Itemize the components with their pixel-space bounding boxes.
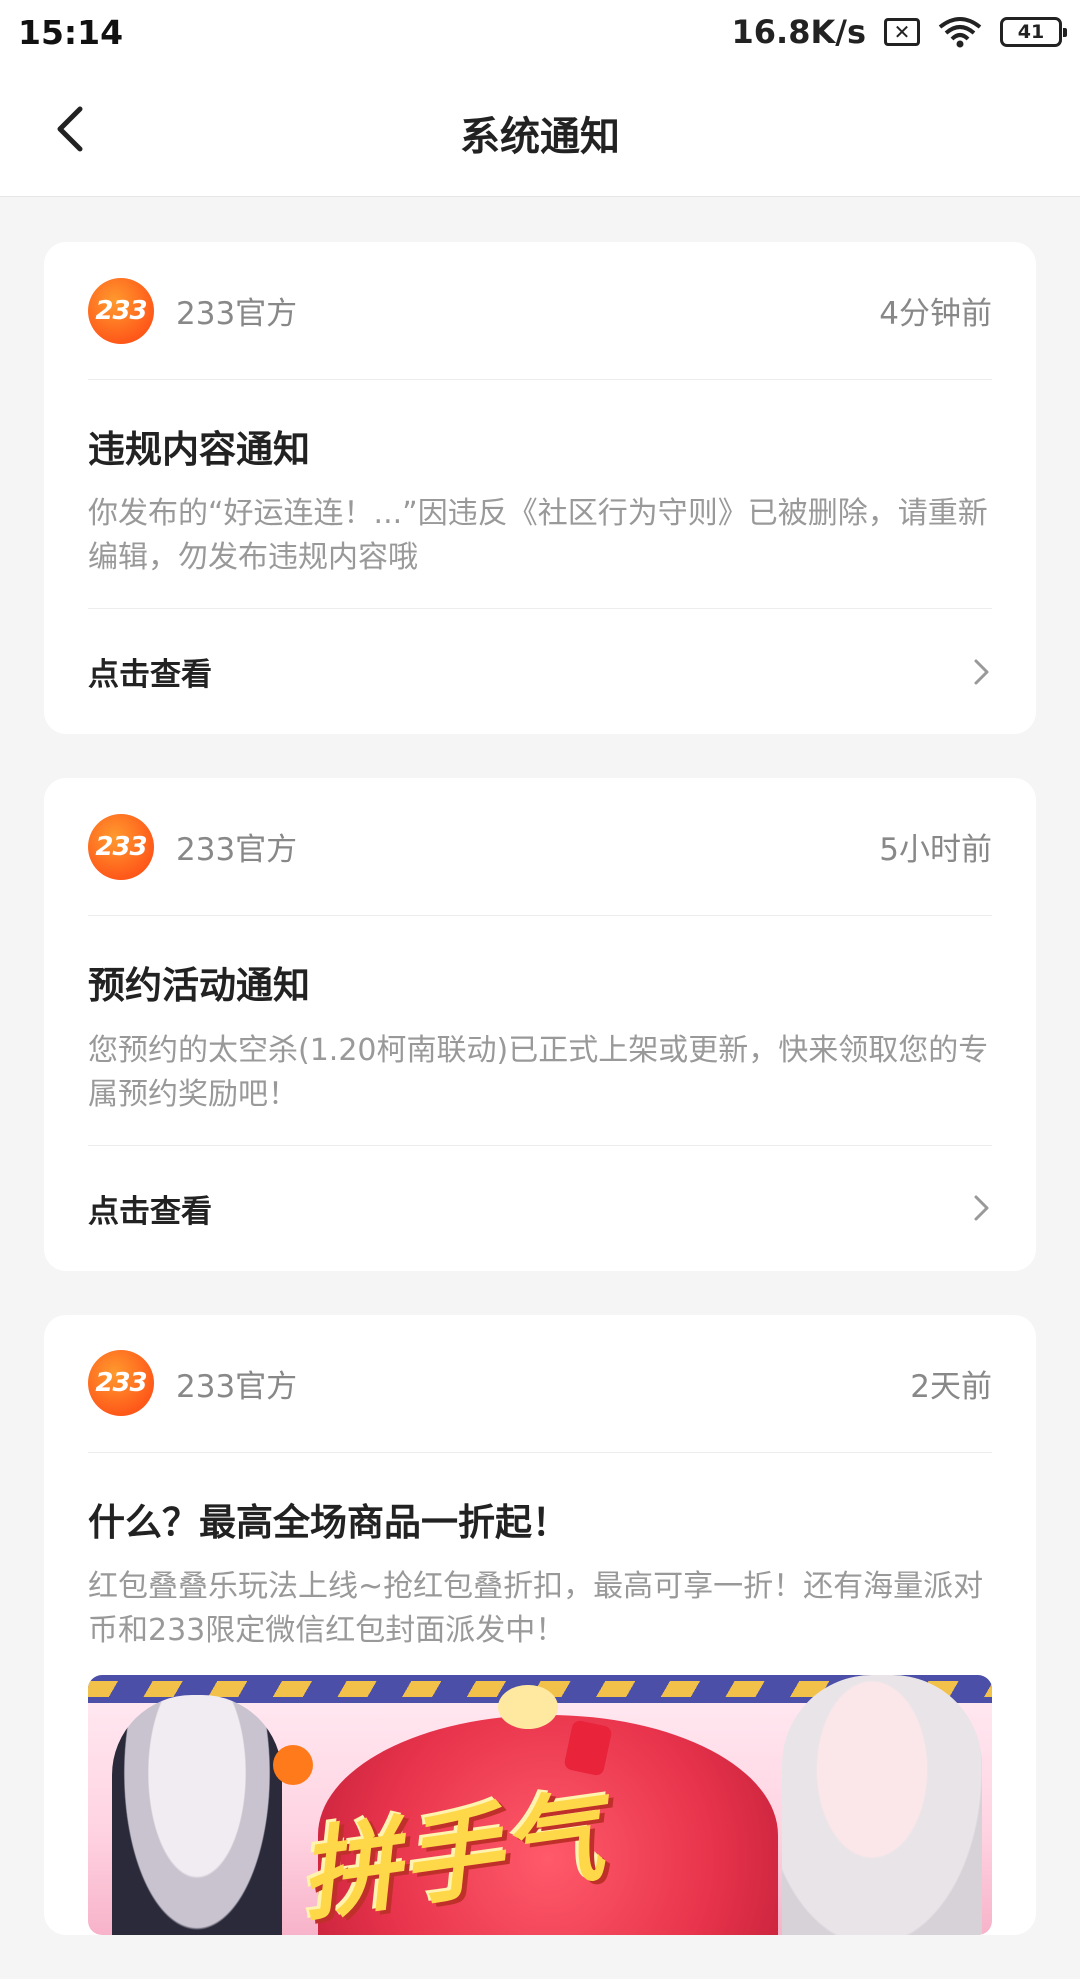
notification-card[interactable]: 233 233官方 2天前 什么？最高全场商品一折起！ 红包叠叠乐玩法上线~抢红… [44,1314,1036,1936]
status-icons: 16.8K/s ✕ 41 [731,13,1067,51]
notification-title: 预约活动通知 [88,964,310,1008]
sender: 233 233官方 [88,813,298,880]
wifi-icon [938,17,982,48]
coin-icon [498,1685,558,1730]
notification-title: 什么？最高全场商品一折起！ [88,1500,569,1544]
notification-card: 233 233官方 5小时前 预约活动通知 您预约的太空杀(1.20柯南联动)已… [44,778,1036,1271]
promo-banner-image[interactable]: 拼手气 [88,1675,992,1936]
status-bar: 15:14 16.8K/s ✕ 41 [0,0,1080,64]
navigation-bar: 系统通知 [0,64,1080,197]
notification-body: 您预约的太空杀(1.20柯南联动)已正式上架或更新，快来领取您的专属预约奖励吧！ [88,1032,989,1112]
avatar[interactable]: 233 [88,1350,154,1417]
persimmon-icon [273,1745,313,1786]
notification-body: 你发布的“好运连连！...”因违反《社区行为守则》已被删除，请重新编辑，勿发布违… [88,496,988,576]
chevron-right-icon [974,1195,989,1221]
card-header: 233 233官方 2天前 [88,1315,992,1453]
notification-title: 违规内容通知 [88,428,310,471]
view-details-row[interactable]: 点击查看 [88,608,992,734]
card-header: 233 233官方 5小时前 [88,778,992,917]
avatar[interactable]: 233 [88,277,154,344]
notification-body: 红包叠叠乐玩法上线~抢红包叠折扣，最高可享一折！还有海量派对币和233限定微信红… [88,1569,984,1649]
sender: 233 233官方 [88,277,298,344]
view-details-row[interactable]: 点击查看 [88,1144,992,1271]
banner-character-left [112,1695,282,1936]
timestamp: 5小时前 [879,832,992,869]
battery-indicator: 41 [1000,17,1067,47]
notification-list: 233 233官方 4分钟前 违规内容通知 你发布的“好运连连！...”因违反《… [44,242,1036,1979]
avatar[interactable]: 233 [88,813,154,880]
sender-name: 233官方 [176,296,298,332]
card-header: 233 233官方 4分钟前 [88,242,992,380]
view-details-label: 点击查看 [88,1193,212,1230]
sender: 233 233官方 [88,1350,298,1417]
status-time: 15:14 [18,12,124,52]
page-title: 系统通知 [460,114,620,160]
sender-name: 233官方 [176,1368,298,1405]
network-speed: 16.8K/s [731,13,866,51]
banner-character-right [782,1675,982,1936]
view-details-label: 点击查看 [88,657,212,694]
sender-name: 233官方 [176,832,298,869]
timestamp: 2天前 [910,1368,992,1405]
timestamp: 4分钟前 [879,296,992,332]
notification-card: 233 233官方 4分钟前 违规内容通知 你发布的“好运连连！...”因违反《… [44,242,1036,735]
sim-off-icon: ✕ [884,18,920,46]
chevron-right-icon [974,659,989,685]
